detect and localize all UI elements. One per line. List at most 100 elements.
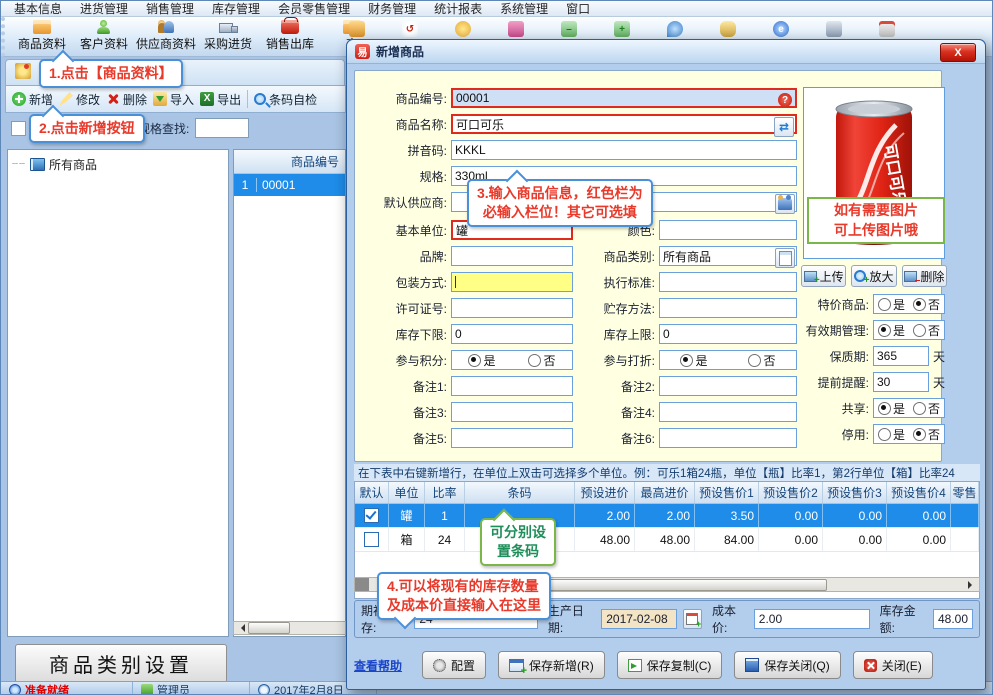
remark2-input[interactable] bbox=[659, 376, 797, 396]
remark1-input[interactable] bbox=[451, 376, 573, 396]
discount-no-radio[interactable]: 否 bbox=[748, 352, 775, 369]
disable-yes-radio[interactable]: 是 bbox=[878, 426, 905, 443]
shelf-input[interactable]: 365 bbox=[873, 346, 929, 366]
col-max-purchase[interactable]: 最高进价 bbox=[635, 482, 695, 503]
user-ball-icon[interactable] bbox=[455, 21, 471, 37]
default-checkbox[interactable] bbox=[364, 532, 379, 547]
remind-input[interactable]: 30 bbox=[873, 372, 929, 392]
water-drop-icon[interactable] bbox=[667, 21, 683, 37]
toolbar-product-data[interactable]: 商品资料 bbox=[11, 17, 73, 55]
storage-input[interactable] bbox=[659, 298, 797, 318]
col-barcode[interactable]: 条码 bbox=[465, 482, 575, 503]
list-horizontal-scrollbar[interactable] bbox=[233, 621, 346, 635]
export-button[interactable]: X导出 bbox=[200, 91, 241, 108]
color-input[interactable] bbox=[659, 220, 797, 240]
col-ratio[interactable]: 比率 bbox=[425, 482, 465, 503]
expiry-yes-radio[interactable]: 是 bbox=[878, 322, 905, 339]
toolbar-sale-out[interactable]: 销售出库 bbox=[259, 17, 321, 55]
delete-button[interactable]: 删除 bbox=[106, 91, 147, 108]
tree-item-all-products[interactable]: ┄┄ 所有商品 bbox=[8, 150, 228, 179]
col-price1[interactable]: 预设售价1 bbox=[695, 482, 759, 503]
disable-no-radio[interactable]: 否 bbox=[913, 426, 940, 443]
brand-input[interactable] bbox=[451, 246, 573, 266]
cost-input[interactable]: 2.00 bbox=[754, 609, 870, 629]
report-icon[interactable] bbox=[879, 21, 895, 37]
import-button[interactable]: 导入 bbox=[153, 91, 194, 108]
package-icon[interactable] bbox=[349, 21, 365, 37]
dialog-title-bar[interactable]: 易 新增商品 bbox=[347, 40, 985, 64]
dialog-close-button[interactable]: X bbox=[940, 43, 976, 62]
menu-sales-mgmt[interactable]: 销售管理 bbox=[137, 0, 203, 17]
toolbar-customer-data[interactable]: 客户资料 bbox=[73, 17, 135, 55]
scroll-thumb[interactable] bbox=[248, 622, 290, 634]
delete-image-button[interactable]: 删除 bbox=[902, 265, 947, 287]
menu-window[interactable]: 窗口 bbox=[557, 0, 599, 17]
special-no-radio[interactable]: 否 bbox=[913, 296, 940, 313]
users-icon[interactable] bbox=[508, 21, 524, 37]
add-button[interactable]: 新增 bbox=[12, 91, 53, 108]
pinyin-input[interactable]: KKKL bbox=[451, 140, 797, 160]
col-price4[interactable]: 预设售价4 bbox=[887, 482, 951, 503]
list-row[interactable]: 1 00001 bbox=[234, 174, 345, 196]
list-header-product-code[interactable]: 商品编号 bbox=[234, 150, 345, 174]
key-icon[interactable] bbox=[720, 21, 736, 37]
remark5-input[interactable] bbox=[451, 428, 573, 448]
col-price2[interactable]: 预设售价2 bbox=[759, 482, 823, 503]
code-help-button[interactable]: ? bbox=[776, 91, 794, 109]
unit-table-row[interactable]: 箱 24 48.00 48.00 84.00 0.00 0.00 0.00 bbox=[355, 528, 979, 552]
default-checkbox[interactable] bbox=[364, 508, 379, 523]
toolbar-purchase-in[interactable]: 采购进货 bbox=[197, 17, 259, 55]
name-refresh-button[interactable]: ⇄ bbox=[774, 117, 794, 137]
category-input[interactable]: 所有商品 bbox=[659, 246, 797, 266]
col-retail-clipped[interactable]: 零售 bbox=[951, 482, 979, 503]
browser-icon[interactable]: e bbox=[773, 21, 789, 37]
calendar-button[interactable] bbox=[683, 609, 702, 629]
remark6-input[interactable] bbox=[659, 428, 797, 448]
money-out-icon[interactable]: – bbox=[561, 21, 577, 37]
remark4-input[interactable] bbox=[659, 402, 797, 422]
view-help-link[interactable]: 查看帮助 bbox=[354, 657, 402, 674]
category-settings-button[interactable]: 商品类别设置 bbox=[15, 644, 227, 683]
amount-input[interactable]: 48.00 bbox=[933, 609, 973, 629]
share-no-radio[interactable]: 否 bbox=[913, 400, 940, 417]
zoom-image-button[interactable]: 放大 bbox=[851, 265, 896, 287]
expiry-no-radio[interactable]: 否 bbox=[913, 322, 940, 339]
stock-min-input[interactable]: 0 bbox=[451, 324, 573, 344]
undo-icon[interactable]: ↺ bbox=[402, 21, 418, 37]
menu-system-mgmt[interactable]: 系统管理 bbox=[491, 0, 557, 17]
close-button[interactable]: 关闭(E) bbox=[853, 651, 933, 679]
special-yes-radio[interactable]: 是 bbox=[878, 296, 905, 313]
save-new-button[interactable]: 保存新增(R) bbox=[498, 651, 605, 679]
menu-member-retail-mgmt[interactable]: 会员零售管理 bbox=[269, 0, 359, 17]
col-default[interactable]: 默认 bbox=[355, 482, 389, 503]
menu-inventory-mgmt[interactable]: 库存管理 bbox=[203, 0, 269, 17]
scroll-right-arrow-icon[interactable] bbox=[968, 581, 976, 589]
category-picker-button[interactable] bbox=[775, 248, 795, 268]
search-checkbox[interactable] bbox=[11, 121, 26, 136]
standard-input[interactable] bbox=[659, 272, 797, 292]
menu-basic-info[interactable]: 基本信息 bbox=[5, 0, 71, 17]
license-input[interactable] bbox=[451, 298, 573, 318]
name-input[interactable]: 可口可乐 ⇄ bbox=[451, 114, 797, 134]
prod-date-input[interactable]: 2017-02-08 bbox=[601, 609, 676, 629]
supplier-picker-button[interactable] bbox=[775, 194, 795, 214]
share-yes-radio[interactable]: 是 bbox=[878, 400, 905, 417]
discount-yes-radio[interactable]: 是 bbox=[680, 352, 707, 369]
search-input[interactable] bbox=[195, 118, 249, 138]
col-price3[interactable]: 预设售价3 bbox=[823, 482, 887, 503]
money-in-icon[interactable]: + bbox=[614, 21, 630, 37]
menu-purchase-mgmt[interactable]: 进货管理 bbox=[71, 0, 137, 17]
edit-button[interactable]: 修改 bbox=[59, 91, 100, 108]
menu-statistics[interactable]: 统计报表 bbox=[425, 0, 491, 17]
save-close-button[interactable]: 保存关闭(Q) bbox=[734, 651, 840, 679]
barcode-check-button[interactable]: 条码自检 bbox=[254, 91, 317, 108]
computer-icon[interactable] bbox=[826, 21, 842, 37]
points-no-radio[interactable]: 否 bbox=[528, 352, 555, 369]
upload-image-button[interactable]: 上传 bbox=[801, 265, 846, 287]
col-unit[interactable]: 单位 bbox=[389, 482, 425, 503]
unit-table-row[interactable]: 罐 1 2.00 2.00 3.50 0.00 0.00 0.00 bbox=[355, 504, 979, 528]
remark3-input[interactable] bbox=[451, 402, 573, 422]
code-input[interactable]: 00001 ? bbox=[451, 88, 797, 108]
menu-finance-mgmt[interactable]: 财务管理 bbox=[359, 0, 425, 17]
points-yes-radio[interactable]: 是 bbox=[468, 352, 495, 369]
